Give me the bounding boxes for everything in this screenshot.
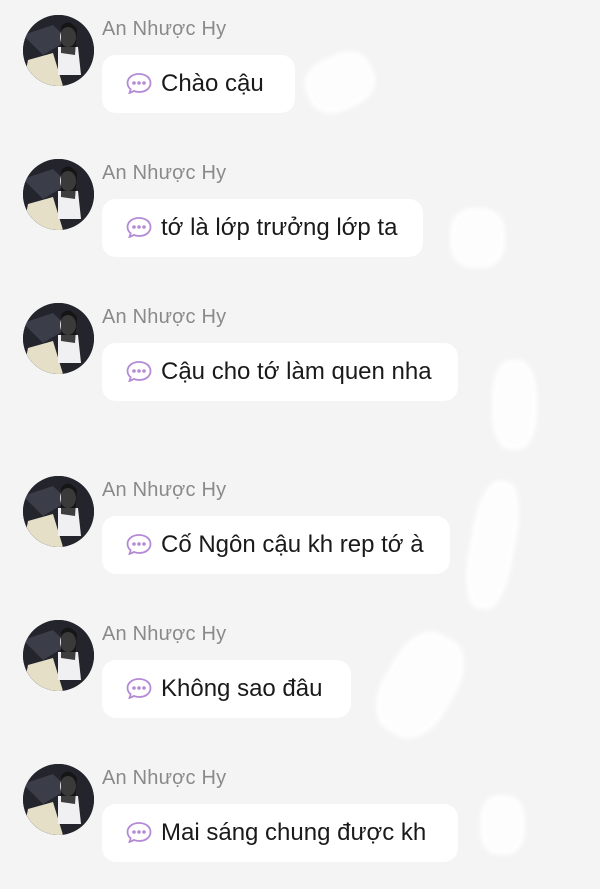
sender-name: An Nhược Hy bbox=[102, 623, 227, 645]
speech-bubble-ellipsis-icon bbox=[126, 361, 152, 382]
message-text: Cố Ngôn cậu kh rep tớ à bbox=[161, 531, 424, 558]
avatar-image bbox=[23, 764, 94, 835]
avatar-image bbox=[23, 15, 94, 86]
sender-name: An Nhược Hy bbox=[102, 767, 227, 789]
avatar[interactable] bbox=[23, 620, 94, 691]
sender-name: An Nhược Hy bbox=[102, 306, 227, 328]
speech-bubble-ellipsis-icon bbox=[126, 73, 152, 94]
background-smudge bbox=[296, 42, 384, 123]
avatar[interactable] bbox=[23, 159, 94, 230]
avatar[interactable] bbox=[23, 476, 94, 547]
message-bubble[interactable]: Không sao đâu bbox=[102, 660, 351, 718]
message-bubble[interactable]: Mai sáng chung được kh bbox=[102, 804, 458, 862]
avatar[interactable] bbox=[23, 764, 94, 835]
message-bubble[interactable]: tớ là lớp trưởng lớp ta bbox=[102, 199, 423, 257]
message-text: Cậu cho tớ làm quen nha bbox=[161, 358, 432, 385]
background-smudge bbox=[362, 619, 478, 751]
message-text: Chào cậu bbox=[161, 70, 264, 97]
message-bubble[interactable]: Chào cậu bbox=[102, 55, 295, 113]
background-smudge bbox=[459, 477, 526, 613]
sender-name: An Nhược Hy bbox=[102, 479, 227, 501]
background-smudge bbox=[492, 360, 537, 450]
avatar-image bbox=[23, 476, 94, 547]
message-bubble[interactable]: Cậu cho tớ làm quen nha bbox=[102, 343, 458, 401]
avatar[interactable] bbox=[23, 15, 94, 86]
sender-name: An Nhược Hy bbox=[102, 18, 227, 40]
sender-name: An Nhược Hy bbox=[102, 162, 227, 184]
chat-thread: An Nhược Hy Chào cậu An Nhược Hy tớ là l… bbox=[0, 0, 600, 889]
message-bubble[interactable]: Cố Ngôn cậu kh rep tớ à bbox=[102, 516, 450, 574]
speech-bubble-ellipsis-icon bbox=[126, 822, 152, 843]
message-text: Mai sáng chung được kh bbox=[161, 819, 427, 846]
avatar-image bbox=[23, 620, 94, 691]
background-smudge bbox=[450, 208, 505, 268]
avatar-image bbox=[23, 303, 94, 374]
avatar[interactable] bbox=[23, 303, 94, 374]
message-text: Không sao đâu bbox=[161, 675, 323, 702]
speech-bubble-ellipsis-icon bbox=[126, 678, 152, 699]
message-text: tớ là lớp trưởng lớp ta bbox=[161, 214, 398, 241]
avatar-image bbox=[23, 159, 94, 230]
background-smudge bbox=[480, 795, 525, 855]
speech-bubble-ellipsis-icon bbox=[126, 534, 152, 555]
speech-bubble-ellipsis-icon bbox=[126, 217, 152, 238]
